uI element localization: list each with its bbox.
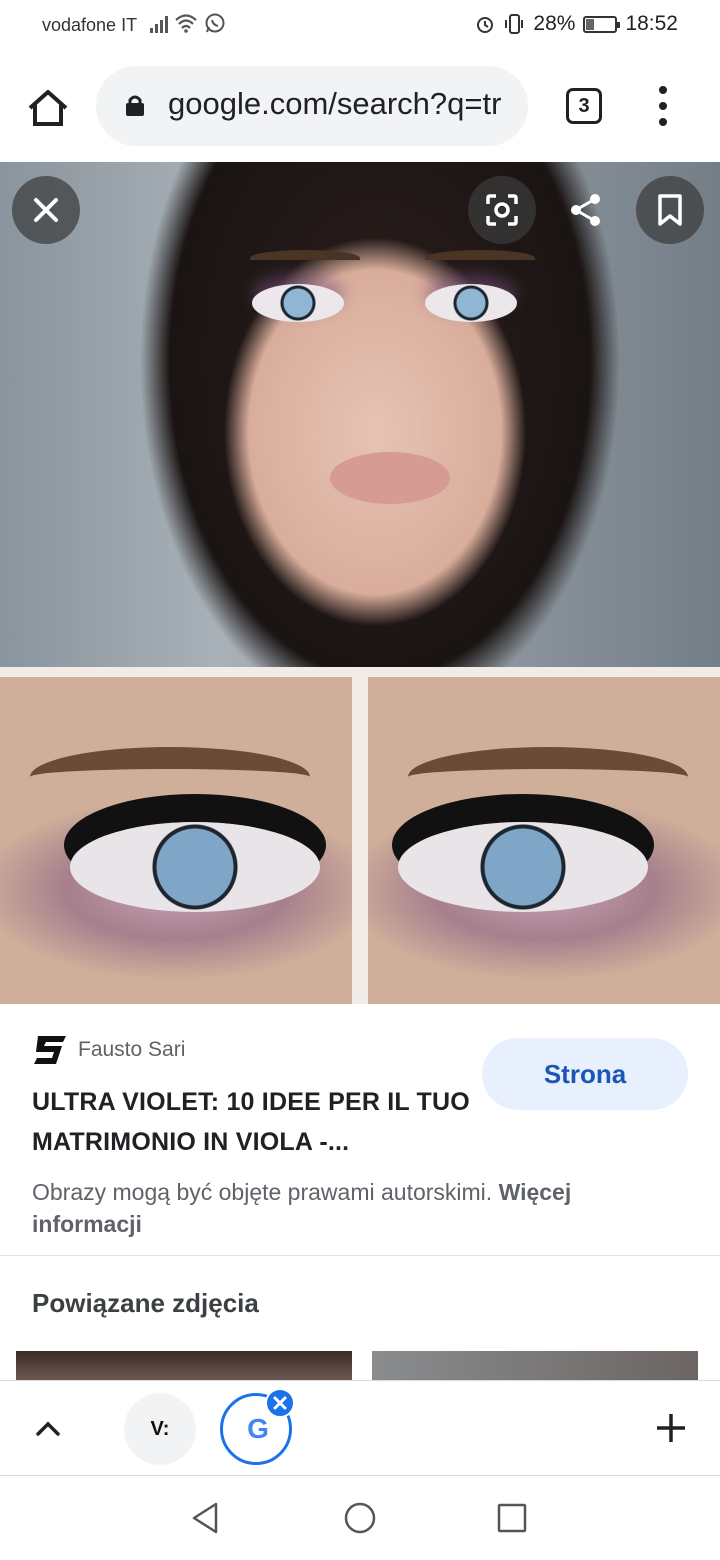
tab-switcher-button[interactable]: 3 bbox=[566, 88, 602, 124]
related-image-thumbnail[interactable] bbox=[372, 1351, 698, 1381]
tab-close-button[interactable] bbox=[265, 1388, 295, 1418]
alarm-icon bbox=[477, 17, 494, 33]
share-icon bbox=[571, 194, 600, 226]
more-vert-icon[interactable] bbox=[654, 86, 674, 126]
wifi-icon bbox=[175, 14, 197, 33]
eye-closeup-left bbox=[0, 677, 352, 1004]
system-nav-bar bbox=[0, 1476, 720, 1560]
eye-closeup-right bbox=[368, 677, 720, 1004]
vibrate-icon bbox=[505, 14, 524, 34]
tab-chip[interactable]: V: bbox=[124, 1393, 196, 1465]
clock: 18:52 bbox=[625, 12, 678, 35]
preview-image[interactable] bbox=[0, 162, 720, 1004]
visit-page-button[interactable]: Strona bbox=[482, 1038, 688, 1110]
google-g-icon: G bbox=[247, 1413, 269, 1444]
google-lens-button[interactable] bbox=[468, 176, 536, 244]
close-viewer-button[interactable] bbox=[12, 176, 80, 244]
whatsapp-icon bbox=[205, 13, 225, 33]
result-info: Fausto Sari ULTRA VIOLET: 10 IDEE PER IL… bbox=[0, 1004, 720, 1256]
home-icon[interactable] bbox=[22, 82, 74, 134]
url-field[interactable]: google.com/search?q=tr bbox=[96, 66, 528, 146]
back-triangle-icon[interactable] bbox=[188, 1500, 224, 1536]
lens-icon bbox=[486, 194, 518, 226]
chevron-up-icon[interactable] bbox=[34, 1415, 62, 1443]
url-text: google.com/search?q=tr bbox=[168, 86, 502, 121]
battery-icon bbox=[583, 15, 621, 33]
home-circle-icon[interactable] bbox=[342, 1500, 378, 1536]
battery-percent: 28% bbox=[533, 12, 576, 35]
signal-icon bbox=[150, 13, 168, 33]
related-images-title: Powiązane zdjęcia bbox=[32, 1288, 259, 1318]
bookmark-icon bbox=[658, 194, 682, 226]
close-icon bbox=[34, 198, 58, 222]
tab-strip: V: G bbox=[0, 1380, 720, 1476]
lock-icon bbox=[126, 95, 144, 116]
status-bar: vodafone IT 28% 18:52 bbox=[0, 0, 720, 52]
save-collection-button[interactable] bbox=[636, 176, 704, 244]
tab-close-icon bbox=[273, 1396, 287, 1410]
related-image-thumbnail[interactable] bbox=[16, 1351, 352, 1381]
recents-square-icon[interactable] bbox=[494, 1500, 530, 1536]
address-bar: google.com/search?q=tr 3 bbox=[0, 52, 720, 162]
copyright-text: Obrazy mogą być objęte prawami autorskim… bbox=[32, 1179, 493, 1205]
source-name[interactable]: Fausto Sari bbox=[78, 1038, 185, 1062]
portrait-photo bbox=[0, 162, 720, 667]
carrier-name: vodafone IT bbox=[42, 15, 138, 35]
share-button[interactable] bbox=[552, 176, 620, 244]
plus-icon[interactable] bbox=[654, 1411, 688, 1445]
copyright-notice: Obrazy mogą być objęte prawami autorskim… bbox=[32, 1176, 672, 1240]
result-title[interactable]: ULTRA VIOLET: 10 IDEE PER IL TUO MATRIMO… bbox=[32, 1082, 472, 1162]
source-logo bbox=[34, 1036, 66, 1064]
